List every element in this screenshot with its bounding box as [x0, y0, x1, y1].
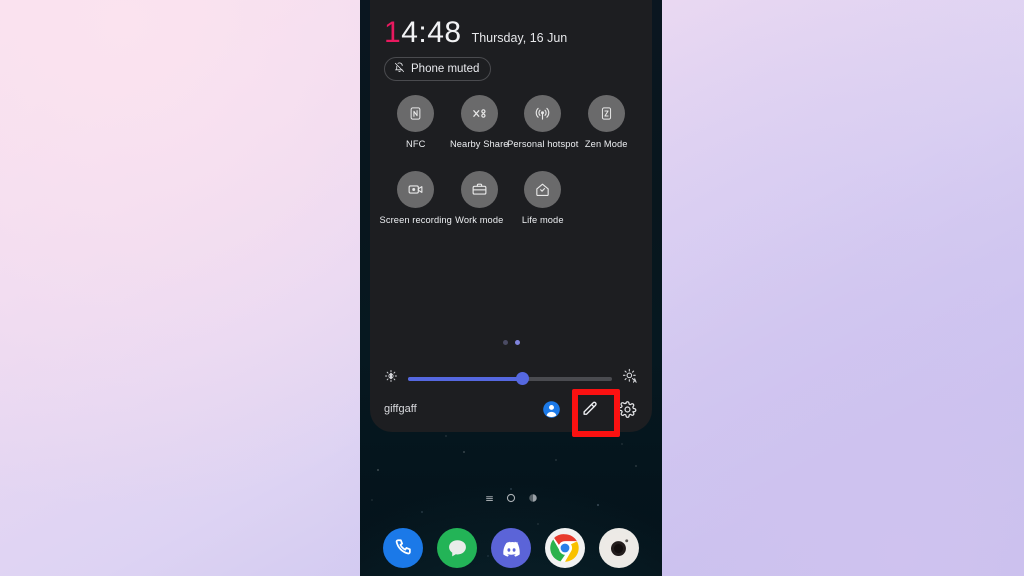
phone-screenshot: 14:48 Thursday, 16 Jun Phone muted NFC N… [360, 0, 662, 576]
app-dock [360, 528, 662, 568]
navigation-bar [360, 490, 662, 508]
tile-nearby-share[interactable]: Nearby Share [448, 95, 512, 149]
page-dot-1[interactable] [502, 340, 508, 345]
nfc-icon [397, 95, 435, 132]
brightness-slider-row [384, 368, 638, 389]
tile-work-mode[interactable]: Work mode [448, 171, 512, 225]
bell-muted-icon [394, 62, 405, 76]
dock-app-discord[interactable] [491, 528, 531, 568]
brightness-low-icon [384, 369, 398, 388]
tile-label: Work mode [455, 215, 504, 225]
settings-button[interactable] [616, 398, 638, 420]
brightness-slider[interactable] [408, 372, 612, 385]
home-circle-icon[interactable] [506, 490, 516, 508]
tile-screen-recording[interactable]: Screen recording [380, 171, 452, 225]
tile-label: Screen recording [379, 215, 452, 225]
zen-mode-icon [587, 95, 625, 132]
brightness-auto-icon[interactable] [622, 368, 638, 389]
page-dot-2-active[interactable] [514, 340, 520, 345]
tile-label: Life mode [521, 215, 564, 225]
home-shield-icon [524, 171, 562, 208]
tile-label: Zen Mode [584, 139, 628, 149]
hotspot-icon [524, 95, 562, 132]
tile-zen-mode[interactable]: Zen Mode [575, 95, 639, 149]
quick-settings-footer: giffgaff [384, 398, 638, 420]
tile-label: NFC [406, 139, 426, 149]
status-badge-phone-muted[interactable]: Phone muted [384, 57, 492, 81]
clock-time[interactable]: 14:48 [384, 18, 462, 48]
dock-app-camera[interactable] [599, 528, 639, 568]
clock-date: Thursday, 16 Jun [471, 31, 568, 45]
screenshot-canvas: 14:48 Thursday, 16 Jun Phone muted NFC N… [0, 0, 1024, 576]
page-indicator [370, 340, 652, 345]
user-account-button[interactable] [540, 398, 562, 420]
dock-app-phone[interactable] [383, 528, 423, 568]
recents-icon[interactable] [485, 490, 494, 508]
briefcase-icon [460, 171, 498, 208]
quick-settings-panel: 14:48 Thursday, 16 Jun Phone muted NFC N… [370, 0, 652, 437]
dock-app-chrome[interactable] [545, 528, 585, 568]
tile-personal-hotspot[interactable]: Personal hotspot [507, 95, 578, 149]
dock-app-messages[interactable] [437, 528, 477, 568]
tile-nfc[interactable]: NFC [384, 95, 448, 149]
status-badge-label: Phone muted [411, 63, 480, 75]
carrier-label: giffgaff [384, 403, 417, 415]
nearby-share-icon [460, 95, 498, 132]
tile-life-mode[interactable]: Life mode [511, 171, 575, 225]
quick-settings-tiles-row-2: Screen recording Work mode Life mode [380, 171, 639, 225]
clock-rest: 4:48 [401, 16, 462, 49]
tile-label: Personal hotspot [507, 139, 579, 149]
brightness-slider-fill [408, 376, 523, 381]
tile-label: Nearby Share [449, 139, 509, 149]
edit-tiles-button[interactable] [578, 398, 600, 420]
status-chip-row: Phone muted [384, 57, 638, 81]
tile-empty-slot [575, 171, 639, 225]
clock-row: 14:48 Thursday, 16 Jun [384, 0, 638, 48]
footer-actions [540, 398, 638, 420]
brightness-slider-thumb[interactable] [515, 372, 529, 385]
quick-settings-tiles-row-1: NFC Nearby Share Personal hotspot Zen Mo… [384, 95, 638, 149]
screen-record-icon [397, 171, 435, 208]
back-icon[interactable] [528, 490, 538, 508]
clock-hour-accent: 1 [384, 16, 402, 49]
